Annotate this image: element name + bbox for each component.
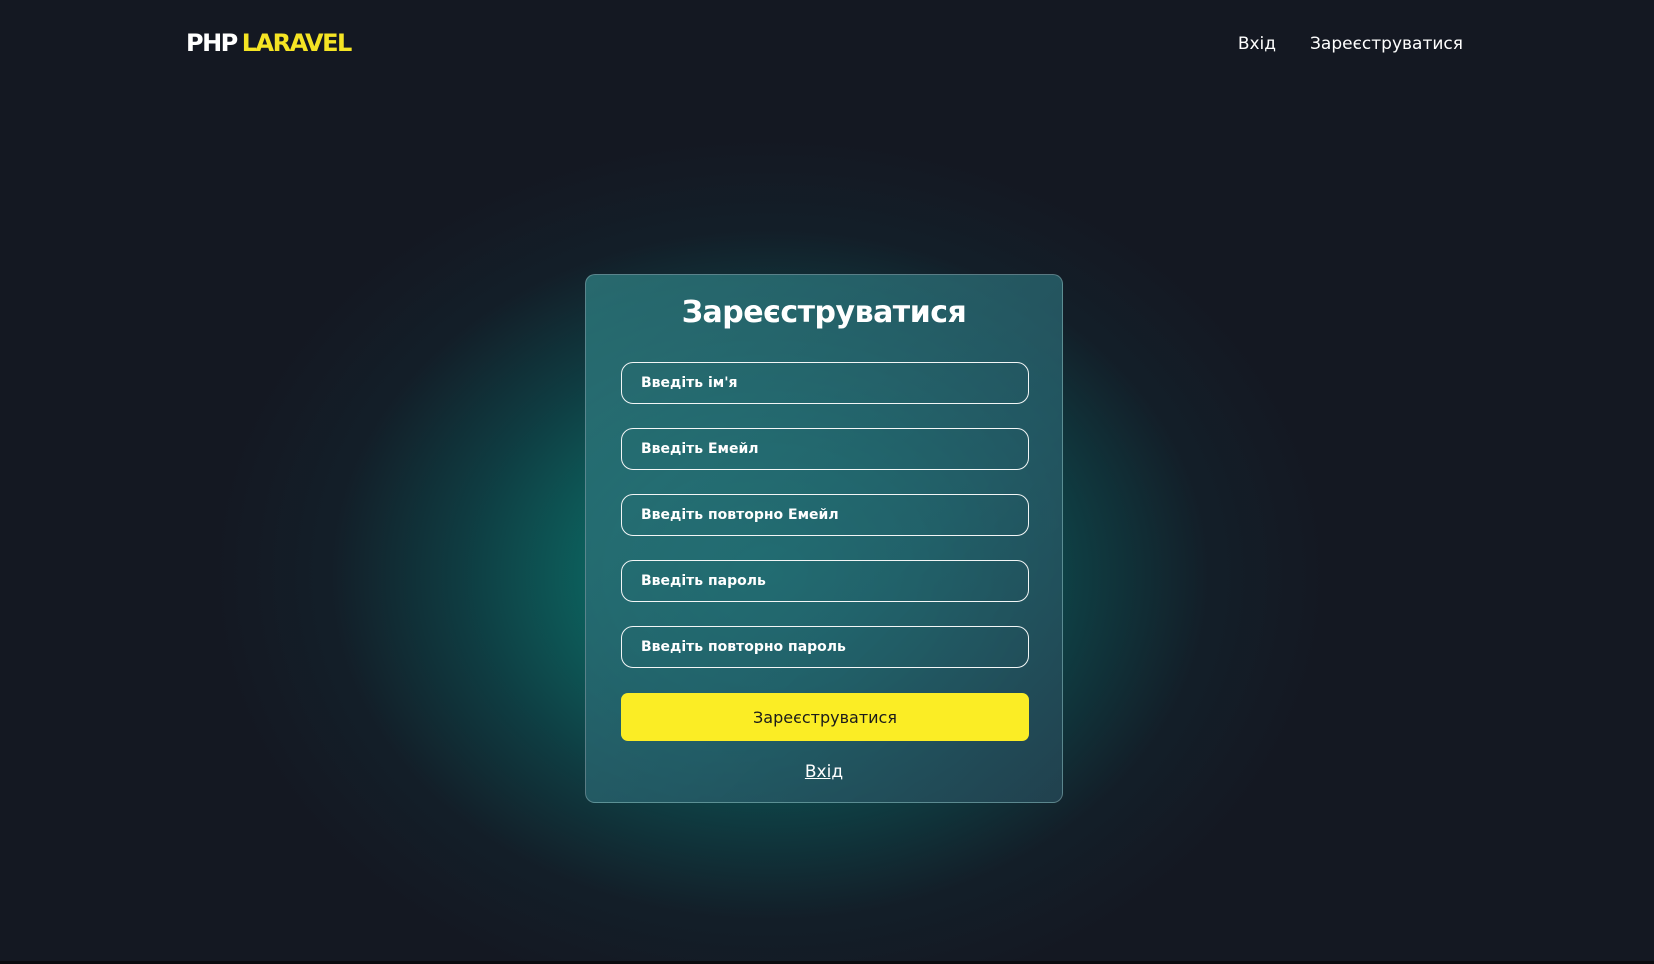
register-title: Зареєструватися <box>681 295 967 330</box>
page: PHP LARAVEL Вхід Зареєструватися Зареєстр… <box>0 0 1654 964</box>
login-link[interactable]: Вхід <box>586 760 1062 784</box>
logo-laravel-text: LARAVEL <box>241 29 353 57</box>
name-input[interactable] <box>621 362 1029 404</box>
password-confirm-input[interactable] <box>621 626 1029 668</box>
top-nav: Вхід Зареєструватися <box>1238 31 1463 57</box>
nav-register-link[interactable]: Зареєструватися <box>1310 31 1463 57</box>
site-header: PHP LARAVEL Вхід Зареєструватися <box>0 0 1654 90</box>
password-input[interactable] <box>621 560 1029 602</box>
email-confirm-input[interactable] <box>621 494 1029 536</box>
logo-php-text: PHP <box>186 29 238 57</box>
nav-login-link[interactable]: Вхід <box>1238 31 1276 57</box>
email-input[interactable] <box>621 428 1029 470</box>
register-card: Зареєструватися Зареєструватися Вхід <box>585 274 1063 803</box>
logo[interactable]: PHP LARAVEL <box>186 28 353 58</box>
register-submit-button[interactable]: Зареєструватися <box>621 693 1029 741</box>
